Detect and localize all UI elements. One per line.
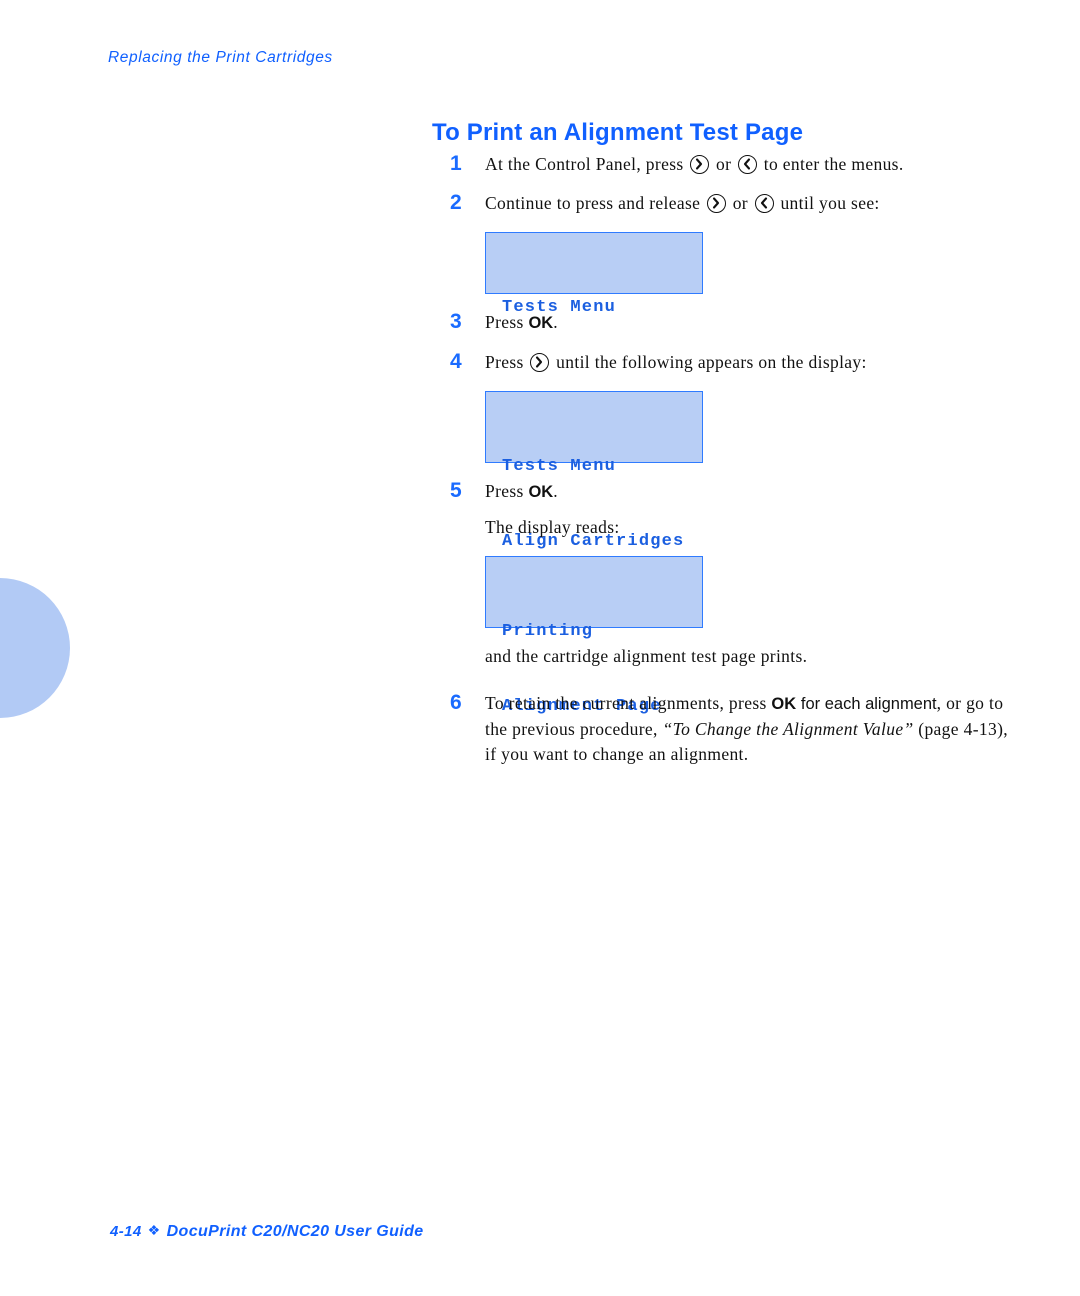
step-2-text-part-2: or xyxy=(732,193,748,213)
right-arrow-key-icon xyxy=(706,194,726,213)
step-1-text: At the Control Panel, press or to enter … xyxy=(485,154,904,174)
step-6-text-part-1: To retain the current alignments, press xyxy=(485,693,767,713)
lcd-display-align-cartridges: Tests Menu Align Cartridges xyxy=(485,391,703,551)
step-1-number: 1 xyxy=(450,152,462,175)
ok-key-label: OK xyxy=(771,695,797,713)
footer-guide-title: DocuPrint C20/NC20 User Guide xyxy=(166,1223,424,1240)
step-3: 3 Press OK. xyxy=(450,310,1010,336)
right-arrow-key-icon xyxy=(530,353,550,372)
lcd-display-tests-menu: Tests Menu xyxy=(485,232,703,317)
step-2-text-part-1: Continue to press and release xyxy=(485,193,701,213)
lcd-line-1: Tests Menu xyxy=(502,457,617,476)
page-footer: 4-14 ❖ DocuPrint C20/NC20 User Guide xyxy=(110,1222,424,1241)
edge-index-tab xyxy=(0,578,70,718)
ok-key-label: OK xyxy=(528,314,554,332)
step-4-text-part-1: Press xyxy=(485,352,524,372)
diamond-icon: ❖ xyxy=(147,1222,161,1238)
step-3-text-part-1: Press xyxy=(485,312,524,332)
step-5-text: Press OK. xyxy=(485,481,558,501)
footer-page-number: 4-14 xyxy=(110,1223,142,1240)
lcd-line-1: Printing xyxy=(502,622,594,641)
ok-key-label: OK xyxy=(528,483,554,501)
page-title: To Print an Alignment Test Page xyxy=(432,119,804,147)
left-arrow-key-icon xyxy=(738,155,758,174)
step-5-text-part-3: . xyxy=(553,481,558,501)
step-3-number: 3 xyxy=(450,310,462,333)
procedure-steps: 1 At the Control Panel, press or to ente… xyxy=(450,152,1010,781)
step-6-text: To retain the current alignments, press … xyxy=(485,693,1008,764)
step-6: 6 To retain the current alignments, pres… xyxy=(450,691,1010,767)
step-6-number: 6 xyxy=(450,691,462,714)
step-3-text-part-3: . xyxy=(553,312,558,332)
step-6-text-part-3: for each alignment xyxy=(800,695,937,713)
step-1-text-part-2: or xyxy=(716,154,732,174)
step-4-text-part-2: until the following appears on the displ… xyxy=(556,352,867,372)
step-5: 5 Press OK. xyxy=(450,479,1010,505)
step-2-text-part-3: until you see: xyxy=(780,193,880,213)
step-2: 2 Continue to press and release or until… xyxy=(450,191,1010,216)
step-2-text: Continue to press and release or until y… xyxy=(485,193,880,213)
step-1-text-part-3: to enter the menus. xyxy=(763,154,904,174)
step-4-number: 4 xyxy=(450,350,462,373)
step-4: 4 Press until the following appears on t… xyxy=(450,350,1010,375)
step-6-cross-reference: “To Change the Alignment Value” xyxy=(662,719,914,739)
step-4-text: Press until the following appears on the… xyxy=(485,352,867,372)
step-5-aftertext: and the cartridge alignment test page pr… xyxy=(485,646,808,666)
step-3-text: Press OK. xyxy=(485,312,558,332)
running-header: Replacing the Print Cartridges xyxy=(108,49,333,66)
step-1-text-part-1: At the Control Panel, press xyxy=(485,154,684,174)
step-5-subtext: The display reads: xyxy=(485,517,620,537)
step-1: 1 At the Control Panel, press or to ente… xyxy=(450,152,1010,177)
step-5-number: 5 xyxy=(450,479,462,502)
left-arrow-key-icon xyxy=(754,194,774,213)
step-5-text-part-1: Press xyxy=(485,481,524,501)
step-2-number: 2 xyxy=(450,191,462,214)
right-arrow-key-icon xyxy=(690,155,710,174)
